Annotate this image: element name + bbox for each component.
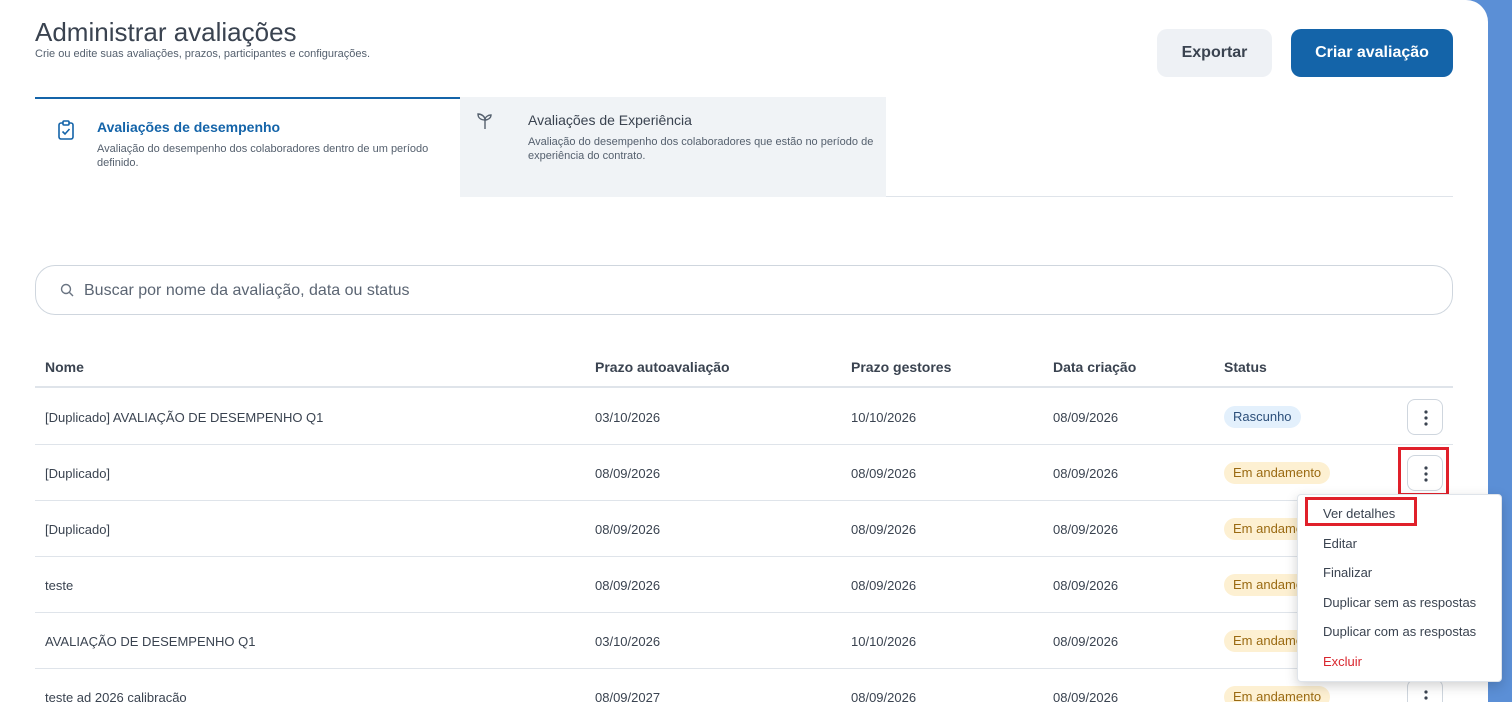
table-header: Nome Prazo autoavaliação Prazo gestores … xyxy=(35,346,1453,388)
cell-self-deadline: 08/09/2026 xyxy=(595,466,661,481)
app-page: Administrar avaliações Crie ou edite sua… xyxy=(0,0,1488,702)
cell-name: [Duplicado] xyxy=(45,522,111,537)
table-row[interactable]: [Duplicado] 08/09/2026 08/09/2026 08/09/… xyxy=(35,501,1453,557)
tab-title: Avaliações de Experiência xyxy=(528,112,692,128)
more-vertical-icon xyxy=(1424,466,1428,482)
cell-self-deadline: 08/09/2026 xyxy=(595,522,661,537)
sprout-icon xyxy=(477,113,492,129)
column-header-manager-deadline[interactable]: Prazo gestores xyxy=(851,359,951,375)
tab-performance-evaluations[interactable]: Avaliações de desempenho Avaliação do de… xyxy=(35,97,460,197)
tab-description: Avaliação do desempenho dos colaboradore… xyxy=(97,143,429,169)
status-badge: Em andamento xyxy=(1224,686,1331,702)
cell-manager-deadline: 08/09/2026 xyxy=(851,522,917,537)
table-row[interactable]: teste 08/09/2026 08/09/2026 08/09/2026 E… xyxy=(35,557,1453,613)
more-vertical-icon xyxy=(1424,410,1428,426)
row-actions-menu: Ver detalhes Editar Finalizar Duplicar s… xyxy=(1297,494,1502,682)
tab-experience-evaluations[interactable]: Avaliações de Experiência Avaliação do d… xyxy=(460,97,886,197)
cell-manager-deadline: 10/10/2026 xyxy=(851,634,917,649)
menu-item-edit[interactable]: Editar xyxy=(1323,536,1357,551)
menu-item-view-details[interactable]: Ver detalhes xyxy=(1323,506,1395,521)
status-badge: Rascunho xyxy=(1224,406,1301,428)
table-row[interactable]: AVALIAÇÃO DE DESEMPENHO Q1 03/10/2026 10… xyxy=(35,613,1453,669)
row-actions-button[interactable] xyxy=(1407,679,1443,702)
menu-item-finish[interactable]: Finalizar xyxy=(1323,565,1372,580)
cell-created: 08/09/2026 xyxy=(1053,466,1119,481)
cell-created: 08/09/2026 xyxy=(1053,522,1119,537)
cell-self-deadline: 03/10/2026 xyxy=(595,410,661,425)
tab-description: Avaliação do desempenho dos colaboradore… xyxy=(528,136,874,162)
export-button[interactable]: Exportar xyxy=(1157,29,1272,77)
search-input[interactable] xyxy=(84,278,1384,304)
table-row[interactable]: [Duplicado] AVALIAÇÃO DE DESEMPENHO Q1 0… xyxy=(35,389,1453,445)
cell-created: 08/09/2026 xyxy=(1053,410,1119,425)
cell-manager-deadline: 08/09/2026 xyxy=(851,690,917,702)
cell-manager-deadline: 08/09/2026 xyxy=(851,578,917,593)
cell-name: [Duplicado] AVALIAÇÃO DE DESEMPENHO Q1 xyxy=(45,410,324,425)
cell-manager-deadline: 08/09/2026 xyxy=(851,466,917,481)
cell-manager-deadline: 10/10/2026 xyxy=(851,410,917,425)
menu-item-duplicate-with-answers[interactable]: Duplicar com as respostas xyxy=(1323,624,1476,639)
create-evaluation-button[interactable]: Criar avaliação xyxy=(1291,29,1453,77)
column-header-status[interactable]: Status xyxy=(1224,359,1267,375)
cell-created: 08/09/2026 xyxy=(1053,690,1119,702)
cell-name: teste xyxy=(45,578,74,593)
cell-name: AVALIAÇÃO DE DESEMPENHO Q1 xyxy=(45,634,256,649)
cell-self-deadline: 03/10/2026 xyxy=(595,634,661,649)
column-header-created[interactable]: Data criação xyxy=(1053,359,1136,375)
cell-self-deadline: 08/09/2027 xyxy=(595,690,661,702)
menu-item-duplicate-without-answers[interactable]: Duplicar sem as respostas xyxy=(1323,595,1476,610)
cell-created: 08/09/2026 xyxy=(1053,634,1119,649)
cell-name: [Duplicado] xyxy=(45,466,111,481)
column-header-self-deadline[interactable]: Prazo autoavaliação xyxy=(595,359,730,375)
page-subtitle: Crie ou edite suas avaliações, prazos, p… xyxy=(35,48,371,60)
tab-title: Avaliações de desempenho xyxy=(97,119,281,135)
cell-name: teste ad 2026 calibração xyxy=(45,690,187,702)
row-actions-button[interactable] xyxy=(1407,455,1443,491)
row-actions-button[interactable] xyxy=(1407,399,1443,435)
table-row[interactable]: teste ad 2026 calibração 08/09/2027 08/0… xyxy=(35,669,1453,702)
search-icon xyxy=(60,283,74,297)
cell-self-deadline: 08/09/2026 xyxy=(595,578,661,593)
table-row[interactable]: [Duplicado] 08/09/2026 08/09/2026 08/09/… xyxy=(35,445,1453,501)
more-vertical-icon xyxy=(1424,690,1428,700)
status-badge: Em andamento xyxy=(1224,462,1331,484)
cell-created: 08/09/2026 xyxy=(1053,578,1119,593)
search-bar xyxy=(35,265,1453,315)
page-title: Administrar avaliações xyxy=(35,17,297,47)
clipboard-check-icon xyxy=(58,120,74,140)
column-header-name[interactable]: Nome xyxy=(45,359,84,375)
menu-item-delete[interactable]: Excluir xyxy=(1323,654,1362,669)
